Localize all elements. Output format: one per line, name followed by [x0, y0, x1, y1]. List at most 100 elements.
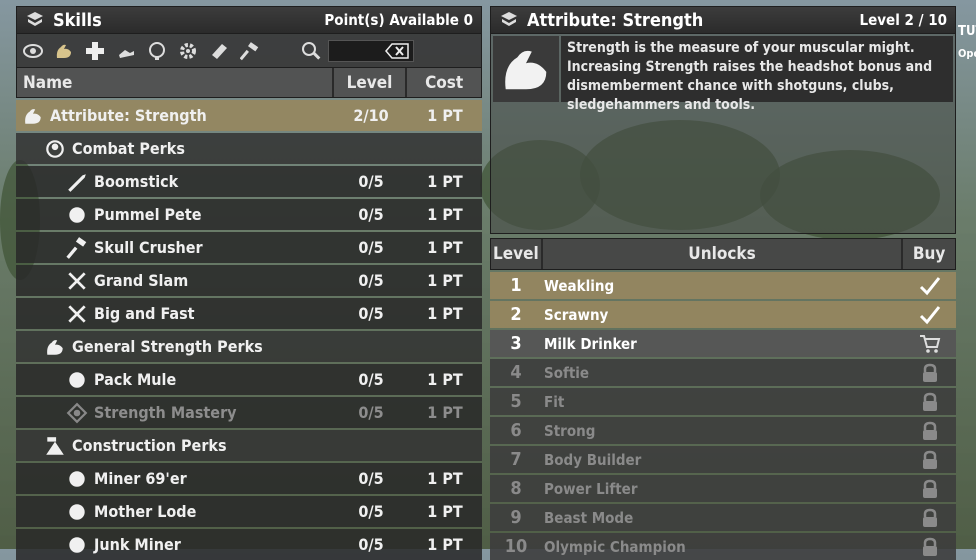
row-name-cell: Pack Mule — [16, 369, 334, 391]
unlock-name: Weakling — [544, 276, 615, 295]
row-name: Strength Mastery — [94, 403, 237, 422]
lock-icon — [923, 537, 937, 556]
shotgun-icon — [66, 171, 88, 193]
perk-row[interactable]: Mother Lode 0/5 1 PT — [16, 496, 482, 527]
buy-cell[interactable] — [904, 334, 956, 354]
perk-row[interactable]: Big and Fast 0/5 1 PT — [16, 298, 482, 329]
row-name-cell: Junk Miner — [16, 534, 334, 556]
row-level: 0/5 — [358, 172, 384, 191]
unlock-row[interactable]: 8 Power Lifter — [490, 475, 956, 502]
cart-icon[interactable] — [919, 334, 941, 354]
pickaxe-icon — [66, 468, 88, 490]
unlock-name: Power Lifter — [544, 479, 638, 498]
buy-cell — [904, 305, 956, 325]
row-cost: 1 PT — [427, 106, 463, 125]
unlock-row[interactable]: 7 Body Builder — [490, 446, 956, 473]
search-input[interactable] — [328, 39, 414, 62]
row-name-cell: Grand Slam — [16, 270, 334, 292]
brain-icon[interactable] — [147, 41, 167, 61]
search-icon[interactable] — [301, 41, 321, 61]
row-name: Combat Perks — [72, 139, 185, 158]
buy-cell — [904, 421, 956, 441]
row-name-cell: Mother Lode — [16, 501, 334, 523]
row-name: Boomstick — [94, 172, 179, 191]
unlock-row[interactable]: 4 Softie — [490, 359, 956, 386]
strength-large-icon — [493, 36, 559, 102]
row-cost: 1 PT — [427, 205, 463, 224]
gear-icon[interactable] — [178, 41, 198, 61]
attribute-detail-panel: Attribute: Strength Level 2 / 10 Strengt… — [490, 6, 956, 560]
row-level: 0/5 — [358, 304, 384, 323]
row-level: 2/10 — [353, 106, 389, 125]
unlock-row[interactable]: 3 Milk Drinker — [490, 330, 956, 357]
skills-panel: Skills Point(s) Available 0 Name Level C… — [16, 6, 482, 560]
plus-icon[interactable] — [85, 41, 105, 61]
perk-row[interactable]: Pummel Pete 0/5 1 PT — [16, 199, 482, 230]
row-name-cell: Skull Crusher — [16, 236, 334, 259]
row-name-cell: Miner 69'er — [16, 468, 334, 490]
row-level: 0/5 — [358, 238, 384, 257]
row-name: Skull Crusher — [94, 238, 203, 257]
attribute-row[interactable]: Attribute: Strength 2/10 1 PT — [16, 100, 482, 131]
perk-row[interactable]: Junk Miner 0/5 1 PT — [16, 529, 482, 560]
cost-header[interactable]: Cost — [407, 68, 481, 97]
level-header[interactable]: Level — [334, 68, 408, 97]
unlock-row[interactable]: 10 Olympic Champion — [490, 533, 956, 560]
muscle-icon[interactable] — [54, 41, 74, 61]
unlock-row[interactable]: 1 Weakling — [490, 272, 956, 299]
unlock-row[interactable]: 2 Scrawny — [490, 301, 956, 328]
lock-icon — [923, 392, 937, 411]
check-icon — [919, 276, 941, 295]
skills-table-header: Name Level Cost — [16, 68, 482, 98]
category-row[interactable]: General Strength Perks — [16, 331, 482, 362]
skills-list: Attribute: Strength 2/10 1 PT Combat Per… — [16, 100, 482, 560]
unlock-name: Body Builder — [544, 450, 642, 469]
unlock-name: Strong — [544, 421, 596, 440]
perk-row[interactable]: Miner 69'er 0/5 1 PT — [16, 463, 482, 494]
skills-titlebar: Skills Point(s) Available 0 — [16, 6, 482, 34]
unlock-level: 8 — [510, 478, 522, 499]
row-cost: 1 PT — [427, 238, 463, 257]
row-name-cell: Pummel Pete — [16, 204, 334, 226]
row-name-cell: Combat Perks — [16, 138, 334, 160]
perk-row[interactable]: Pack Mule 0/5 1 PT — [16, 364, 482, 395]
perk-row[interactable]: Boomstick 0/5 1 PT — [16, 166, 482, 197]
hammer-icon[interactable] — [240, 41, 260, 61]
clear-search-icon[interactable] — [385, 42, 409, 59]
perk-row[interactable]: Skull Crusher 0/5 1 PT — [16, 232, 482, 263]
row-name: Grand Slam — [94, 271, 189, 290]
unlock-level: 5 — [510, 391, 522, 412]
unlock-level: 10 — [504, 536, 528, 557]
buy-cell — [904, 450, 956, 470]
buy-cell — [904, 508, 956, 528]
unlocks-header: Level Unlocks Buy — [490, 238, 956, 270]
lock-icon — [923, 363, 937, 382]
row-name: Attribute: Strength — [50, 106, 207, 125]
row-name-cell: Construction Perks — [16, 435, 334, 457]
perk-row[interactable]: Strength Mastery 0/5 1 PT — [16, 397, 482, 428]
category-row[interactable]: Combat Perks — [16, 133, 482, 164]
unlock-level: 1 — [510, 275, 522, 296]
unlock-row[interactable]: 6 Strong — [490, 417, 956, 444]
buy-cell — [904, 479, 956, 499]
row-name-cell: Strength Mastery — [16, 402, 334, 424]
unlock-row[interactable]: 9 Beast Mode — [490, 504, 956, 531]
running-icon[interactable] — [116, 41, 136, 61]
eye-icon[interactable] — [23, 41, 43, 61]
row-level: 0/5 — [358, 205, 384, 224]
book-icon[interactable] — [209, 41, 229, 61]
row-name-cell: Big and Fast — [16, 303, 334, 325]
row-name: Junk Miner — [94, 535, 181, 554]
lock-icon — [923, 479, 937, 498]
unlock-level: 4 — [510, 362, 522, 383]
lock-icon — [923, 450, 937, 469]
perk-row[interactable]: Grand Slam 0/5 1 PT — [16, 265, 482, 296]
lock-icon — [923, 421, 937, 440]
category-row[interactable]: Construction Perks — [16, 430, 482, 461]
muscle-icon — [44, 336, 66, 358]
unlock-row[interactable]: 5 Fit — [490, 388, 956, 415]
row-cost: 1 PT — [427, 535, 463, 554]
buy-header: Buy — [912, 244, 946, 264]
name-header[interactable]: Name — [17, 68, 334, 97]
unlock-level-header: Level — [491, 239, 543, 269]
